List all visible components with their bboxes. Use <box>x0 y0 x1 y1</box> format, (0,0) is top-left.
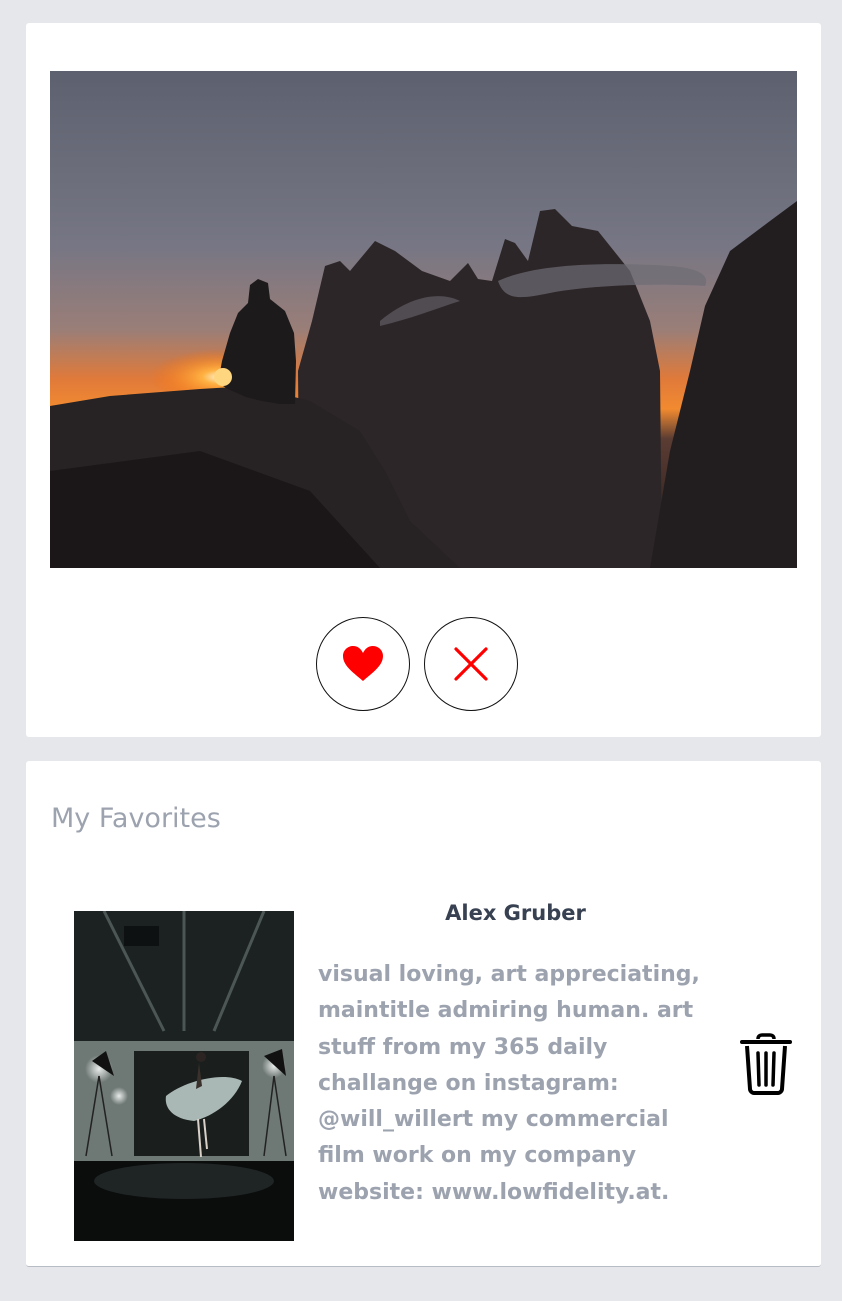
close-icon <box>454 647 488 681</box>
heart-icon <box>343 646 383 681</box>
favorite-name: Alex Gruber <box>445 901 586 925</box>
favorite-thumbnail <box>74 911 294 1241</box>
favorite-item: Alex Gruber visual loving, art appreciat… <box>26 761 821 1266</box>
like-button[interactable] <box>316 617 410 711</box>
hero-photo <box>50 71 797 568</box>
trash-icon <box>740 1033 792 1095</box>
favorite-description: visual loving, art appreciating, maintit… <box>318 962 700 1205</box>
dismiss-button[interactable] <box>424 617 518 711</box>
photo-card <box>26 23 821 737</box>
remove-favorite-button[interactable] <box>736 1029 796 1099</box>
favorites-card: My Favorites Alex Gruber visual loving, … <box>26 761 821 1267</box>
